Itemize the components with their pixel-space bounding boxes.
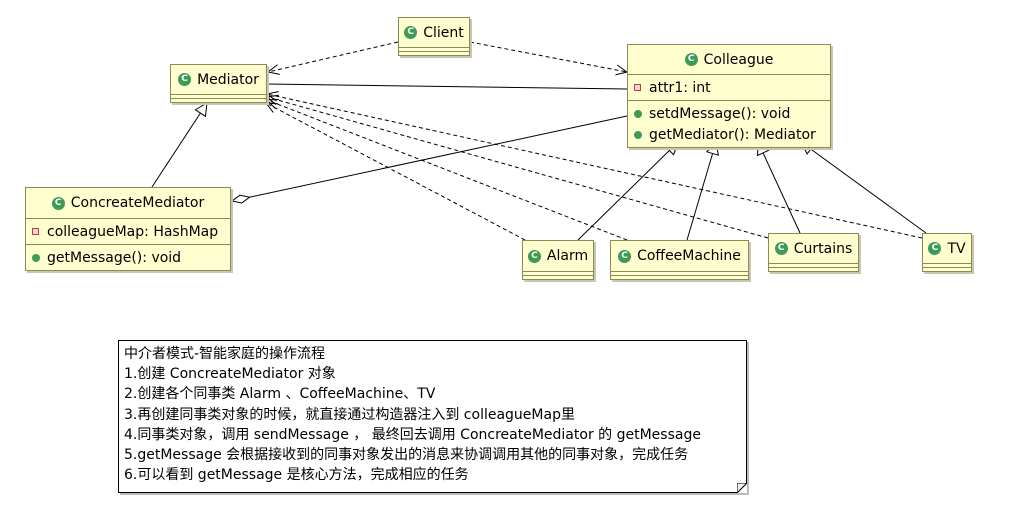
dependency-client-mediator [268,41,399,72]
class-header: C TV [923,234,971,263]
class-concreatemediator[interactable]: C ConcreateMediator colleagueMap: HashMa… [25,187,231,271]
class-name: TV [947,240,966,257]
class-icon: C [684,53,698,66]
generalization-alarm-colleague [577,142,678,241]
operation-row: getMessage(): void [32,247,224,268]
operations-section [523,275,593,279]
operations-section [923,267,971,271]
generalization-curtains-colleague [758,142,801,234]
class-icon: C [618,249,632,263]
class-header: C Curtains [769,234,858,263]
private-attribute-icon [32,228,39,235]
class-header: C Client [399,18,469,47]
operation-text: getMessage(): void [47,249,182,266]
attributes-section: colleagueMap: HashMap [26,218,230,244]
generalization-tv-colleague [801,142,927,234]
class-name: Client [423,24,464,41]
attribute-row: attr1: int [634,77,824,98]
operation-text: getMediator(): Mediator [649,126,816,143]
class-header: C Alarm [523,241,593,271]
class-tv[interactable]: C TV [922,233,972,272]
dependency-client-colleague [469,41,627,72]
class-icon: C [928,242,942,255]
operations-section: getMessage(): void [26,244,230,270]
class-colleague[interactable]: C Colleague attr1: int setdMessage(): vo… [627,44,831,148]
association-colleague-mediator [266,83,628,90]
attribute-text: attr1: int [649,79,711,96]
class-name: Alarm [546,248,589,264]
operation-text: setdMessage(): void [649,105,791,122]
class-name: Curtains [793,240,853,257]
note-line: 6.可以看到 getMessage 是核心方法，完成相应的任务 [124,467,469,484]
class-icon: C [178,73,192,86]
note-line: 2.创建各个同事类 Alarm 、CoffeeMachine、TV [124,386,436,403]
class-header: C ConcreateMediator [26,188,230,218]
attribute-text: colleagueMap: HashMap [47,223,219,240]
note-corner-fold [737,483,747,493]
note-line: 4.同事类对象，调用 sendMessage ， 最终回去调用 Concreat… [124,426,701,443]
class-header: C Mediator [171,65,266,94]
class-curtains[interactable]: C Curtains [768,233,859,272]
generalization-concreatemediator-mediator [151,103,207,188]
class-icon: C [774,242,788,255]
operations-section: setdMessage(): void getMediator(): Media… [628,100,830,147]
private-attribute-icon [634,84,641,91]
note-line: 1.创建 ConcreateMediator 对象 [124,366,336,383]
class-icon: C [527,249,541,263]
public-operation-icon [32,253,40,262]
class-coffeemachine[interactable]: C CoffeeMachine [610,240,749,280]
operations-section [171,98,266,102]
note-title: 中介者模式-智能家庭的操作流程 [124,346,326,362]
attribute-row: colleagueMap: HashMap [32,221,224,242]
note-box[interactable]: 中介者模式-智能家庭的操作流程 1.创建 ConcreateMediator 对… [118,340,747,493]
class-client[interactable]: C Client [398,17,470,56]
operation-row: getMediator(): Mediator [634,124,824,145]
class-icon: C [51,196,65,210]
class-header: C Colleague [628,45,830,74]
note-line: 5.getMessage 会根据接收到的同事对象发出的消息来协调调用其他的同事对… [124,446,689,463]
aggregation-concreatemediator-colleague [232,115,628,201]
dependency-alarm-mediator [266,103,526,241]
dependency-coffeemachine-mediator [267,100,628,241]
operations-section [769,267,858,271]
note-line: 3.再创建同事类对象的时候，就直接通过构造器注入到 colleagueMap里 [124,406,575,423]
class-header: C CoffeeMachine [611,241,748,271]
class-name: Colleague [703,51,774,68]
class-name: CoffeeMachine [637,248,741,264]
operation-row: setdMessage(): void [634,103,824,124]
class-name: ConcreateMediator [70,195,205,211]
generalization-coffeemachine-colleague [686,142,716,241]
attributes-section: attr1: int [628,74,830,100]
class-icon: C [404,26,418,39]
public-operation-icon [634,130,642,139]
class-name: Mediator [197,71,259,88]
public-operation-icon [634,109,642,118]
class-alarm[interactable]: C Alarm [522,240,594,280]
operations-section [399,51,469,55]
class-mediator[interactable]: C Mediator [170,64,267,103]
operations-section [611,275,748,279]
